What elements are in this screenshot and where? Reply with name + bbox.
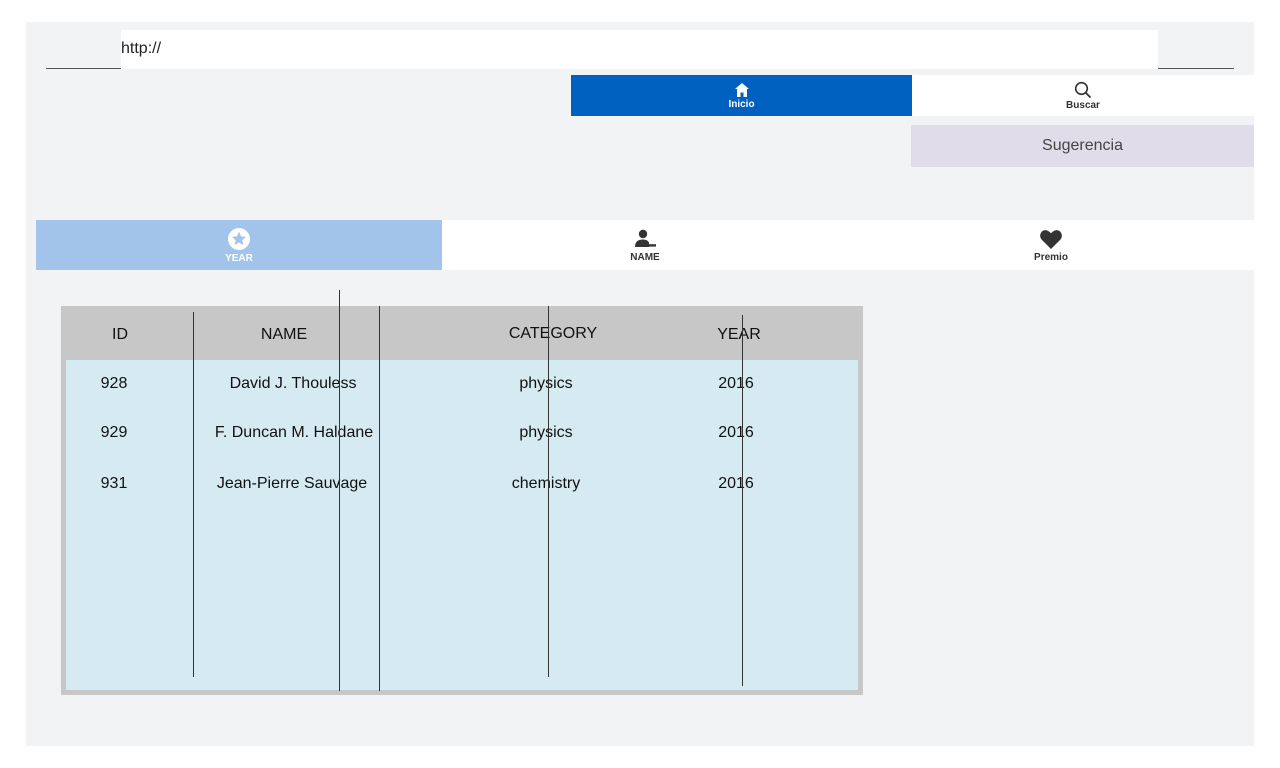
table-cell-category: physics — [519, 424, 573, 441]
column-divider[interactable] — [379, 306, 380, 691]
search-icon — [1074, 81, 1092, 98]
home-nav-label: Inicio — [728, 98, 755, 110]
tab-name[interactable]: NAME — [442, 220, 848, 270]
column-header-id[interactable]: ID — [112, 326, 128, 344]
results-table-body — [66, 360, 858, 690]
table-cell-id: 929 — [100, 424, 128, 441]
address-bar-input[interactable] — [121, 30, 1158, 69]
heart-icon — [1040, 229, 1062, 249]
column-divider[interactable] — [742, 315, 743, 686]
column-divider[interactable] — [193, 312, 194, 677]
user-icon — [635, 229, 656, 247]
table-cell-year: 2016 — [718, 424, 754, 441]
tab-premio-label: Premio — [1034, 251, 1068, 263]
table-cell-category: physics — [519, 375, 573, 392]
tab-name-label: NAME — [630, 251, 660, 263]
table-cell-name: David J. Thouless — [229, 375, 357, 392]
home-nav-button[interactable]: Inicio — [571, 75, 912, 116]
table-cell-id: 931 — [100, 475, 128, 492]
address-underline-right — [1158, 68, 1234, 69]
tab-year-label: YEAR — [225, 252, 253, 264]
table-cell-id: 928 — [100, 375, 128, 392]
column-header-year[interactable]: YEAR — [717, 326, 761, 344]
tab-premio[interactable]: Premio — [848, 220, 1254, 270]
column-header-name[interactable]: NAME — [261, 326, 307, 344]
search-nav-button[interactable]: Buscar — [912, 75, 1254, 116]
address-underline-left — [46, 68, 121, 69]
column-header-category[interactable]: CATEGORY — [509, 325, 597, 343]
suggestion-button[interactable]: Sugerencia — [911, 125, 1254, 167]
home-icon — [734, 82, 749, 97]
table-cell-category: chemistry — [511, 475, 581, 492]
star-icon — [228, 227, 250, 250]
column-divider[interactable] — [548, 306, 549, 677]
column-divider[interactable] — [339, 290, 340, 691]
address-bar-value: http:// — [121, 40, 162, 57]
tab-year[interactable]: YEAR — [36, 220, 442, 270]
table-cell-name: Jean-Pierre Sauvage — [216, 475, 368, 492]
tab-bar: YEAR NAME Premio — [36, 220, 1254, 270]
suggestion-label: Sugerencia — [1042, 137, 1123, 154]
table-cell-year: 2016 — [718, 475, 754, 492]
search-nav-label: Buscar — [1066, 99, 1100, 111]
table-cell-name: F. Duncan M. Haldane — [214, 424, 374, 441]
table-cell-year: 2016 — [718, 375, 754, 392]
